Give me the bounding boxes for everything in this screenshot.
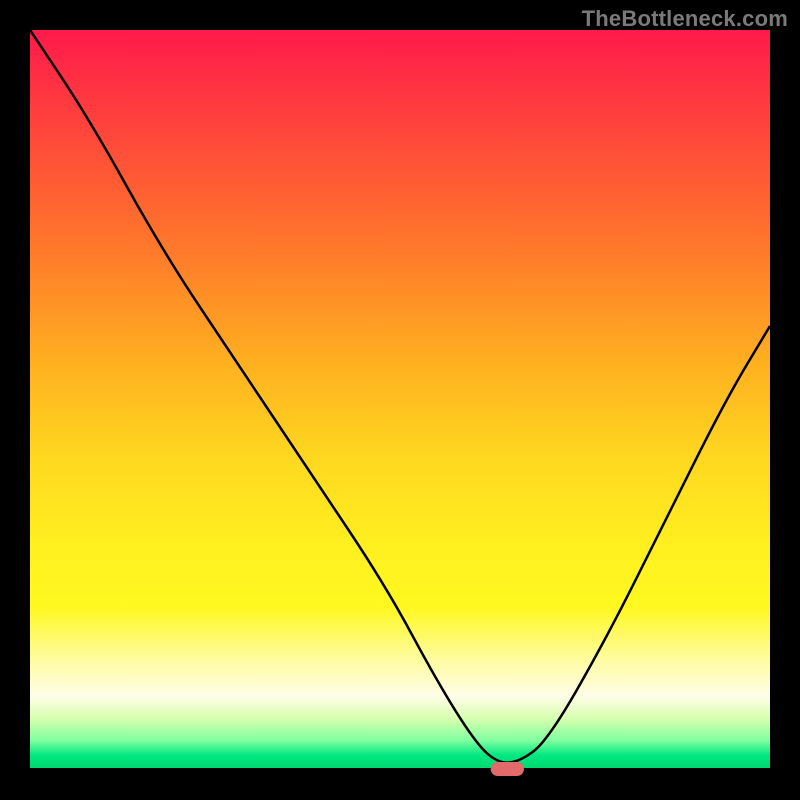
watermark-text: TheBottleneck.com: [582, 6, 788, 32]
optimal-marker: [491, 762, 524, 776]
bottleneck-curve: [30, 30, 770, 763]
chart-frame: TheBottleneck.com: [0, 0, 800, 800]
chart-overlay: [30, 30, 770, 770]
